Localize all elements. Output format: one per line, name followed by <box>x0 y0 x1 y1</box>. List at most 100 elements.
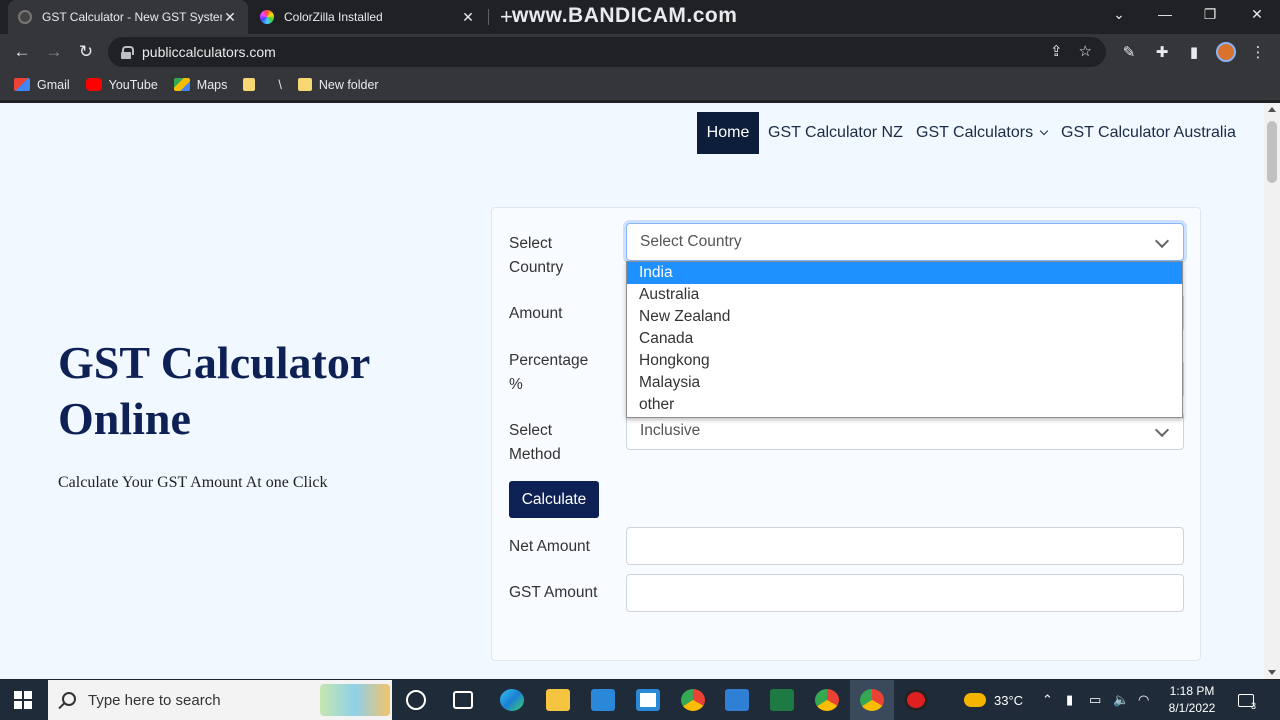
windows-start-icon[interactable] <box>14 691 32 709</box>
nav-gst-calculator-nz[interactable]: GST Calculator NZ <box>768 112 903 154</box>
show-hidden-icons-icon[interactable]: ⌃ <box>1042 680 1053 720</box>
net-amount-output[interactable] <box>626 527 1184 565</box>
tab-colorzilla[interactable]: ColorZilla Installed ✕ <box>250 0 486 34</box>
folder-icon <box>297 78 312 91</box>
country-option-malaysia[interactable]: Malaysia <box>627 372 1182 394</box>
microphone-icon[interactable]: ▮ <box>1066 680 1073 720</box>
gmail-icon <box>14 78 30 91</box>
edge-icon[interactable] <box>500 689 524 711</box>
nav-gst-calculators-dropdown[interactable]: GST Calculators <box>916 112 1049 154</box>
bookmark-backslash[interactable]: \ <box>278 78 281 92</box>
calculate-button[interactable]: Calculate <box>509 481 599 518</box>
cortana-icon[interactable] <box>406 690 426 710</box>
percentage-label: Percentage % <box>509 352 589 393</box>
temperature-text: 33°C <box>994 692 1024 708</box>
taskbar-search-placeholder: Type here to search <box>88 691 221 709</box>
hero-subtitle: Calculate Your GST Amount At one Click <box>58 474 328 491</box>
country-select-value: Select Country <box>640 233 742 250</box>
nav-home[interactable]: Home <box>697 112 759 154</box>
extensions-puzzle-icon[interactable]: ✚ <box>1153 43 1171 61</box>
country-option-hongkong[interactable]: Hongkong <box>627 350 1182 372</box>
clock-date: 8/1/2022 <box>1168 701 1216 715</box>
hero-title: GST Calculator Online <box>58 337 370 444</box>
system-clock[interactable]: 1:18 PM 8/1/2022 <box>1160 683 1224 717</box>
bookmark-star-icon[interactable]: ☆ <box>1079 42 1092 60</box>
wifi-icon[interactable]: ◠ <box>1138 680 1149 720</box>
country-select[interactable]: Select Country <box>626 223 1184 261</box>
browser-toolbar: ← → ↻ publiccalculators.com ⇪ ☆ ✎ ✚ ▮ ⋮ <box>0 34 1280 70</box>
minimize-icon[interactable]: — <box>1155 6 1175 22</box>
vscode-icon[interactable] <box>725 689 749 711</box>
maps-icon <box>173 78 190 91</box>
tab-title: ColorZilla Installed <box>284 10 383 24</box>
bandicam-record-icon[interactable] <box>904 689 928 711</box>
scrollbar-thumb[interactable] <box>1267 121 1277 183</box>
folder-icon <box>243 78 256 91</box>
bookmark-new-folder[interactable]: New folder <box>297 78 379 92</box>
volume-icon[interactable]: 🔈 <box>1113 680 1129 720</box>
file-explorer-icon[interactable] <box>546 689 570 711</box>
bookmark-maps[interactable]: Maps <box>173 78 227 92</box>
method-select-value: Inclusive <box>640 422 701 439</box>
chevron-down-icon <box>1154 233 1170 249</box>
country-option-canada[interactable]: Canada <box>627 328 1182 350</box>
colorzilla-favicon-icon <box>260 10 274 24</box>
gst-amount-output[interactable] <box>626 574 1184 612</box>
store-icon[interactable] <box>636 689 660 711</box>
country-label: Select Country <box>509 235 564 276</box>
address-bar[interactable]: publiccalculators.com ⇪ ☆ <box>108 37 1106 67</box>
share-icon[interactable]: ⇪ <box>1050 42 1063 60</box>
notifications-icon[interactable]: 3 <box>1238 680 1256 720</box>
weather-widget[interactable]: 33°C <box>964 680 1023 720</box>
close-window-icon[interactable]: ✕ <box>1247 6 1267 23</box>
task-view-icon[interactable] <box>453 691 473 709</box>
side-panel-icon[interactable]: ▮ <box>1185 43 1203 61</box>
country-dropdown-list: India Australia New Zealand Canada Hongk… <box>626 261 1183 418</box>
chrome-profile-icon[interactable] <box>815 689 839 711</box>
browser-tab-bar: GST Calculator - New GST System ✕ ColorZ… <box>0 0 1280 34</box>
restore-icon[interactable]: ❐ <box>1200 6 1220 23</box>
bookmark-folder[interactable] <box>243 78 262 91</box>
bookmark-gmail[interactable]: Gmail <box>14 78 70 92</box>
reload-icon[interactable]: ↻ <box>75 41 97 63</box>
close-tab-icon[interactable]: ✕ <box>460 9 476 26</box>
menu-kebab-icon[interactable]: ⋮ <box>1249 43 1267 61</box>
mail-icon[interactable] <box>591 689 615 711</box>
taskbar-search-box[interactable]: Type here to search <box>48 680 392 720</box>
country-option-india[interactable]: India <box>627 262 1182 284</box>
back-icon[interactable]: ← <box>11 41 33 63</box>
clock-time: 1:18 PM <box>1169 684 1215 698</box>
url-text: publiccalculators.com <box>142 44 276 60</box>
recording-watermark: www.BANDICAM.com <box>512 4 738 27</box>
country-option-other[interactable]: other <box>627 394 1182 416</box>
profile-avatar[interactable] <box>1216 42 1236 62</box>
tab-title: GST Calculator - New GST System <box>42 10 222 24</box>
new-tab-icon[interactable]: + <box>500 4 513 30</box>
chrome-icon[interactable] <box>681 689 705 711</box>
chrome-active-icon[interactable] <box>860 689 884 711</box>
tab-search-chevron-icon[interactable]: ⌄ <box>1109 6 1129 23</box>
forward-icon[interactable]: → <box>43 41 65 63</box>
country-option-new-zealand[interactable]: New Zealand <box>627 306 1182 328</box>
country-option-australia[interactable]: Australia <box>627 284 1182 306</box>
bookmark-youtube[interactable]: YouTube <box>85 78 158 92</box>
lock-icon <box>120 45 134 59</box>
search-highlight-image <box>320 684 390 716</box>
chevron-down-icon <box>1039 126 1049 136</box>
bookmarks-bar: Gmail YouTube Maps \ New folder <box>0 70 1280 100</box>
youtube-icon <box>85 78 102 91</box>
nav-gst-calculator-australia[interactable]: GST Calculator Australia <box>1061 112 1236 154</box>
scroll-up-arrow-icon[interactable] <box>1268 107 1276 112</box>
eyedropper-extension-icon[interactable]: ✎ <box>1120 43 1138 61</box>
gst-amount-label: GST Amount <box>509 584 598 601</box>
page-scrollbar[interactable] <box>1264 103 1280 679</box>
scroll-down-arrow-icon[interactable] <box>1268 670 1276 675</box>
site-favicon-icon <box>18 10 32 24</box>
tab-gst-calculator[interactable]: GST Calculator - New GST System ✕ <box>8 0 248 34</box>
excel-icon[interactable] <box>770 689 794 711</box>
close-tab-icon[interactable]: ✕ <box>222 9 238 26</box>
battery-icon[interactable]: ▭ <box>1089 680 1101 720</box>
chevron-down-icon <box>1154 422 1170 438</box>
method-label: Select Method <box>509 422 561 463</box>
windows-taskbar: Type here to search 33°C ⌃ ▮ ▭ 🔈 ◠ 1:18 … <box>0 680 1280 720</box>
